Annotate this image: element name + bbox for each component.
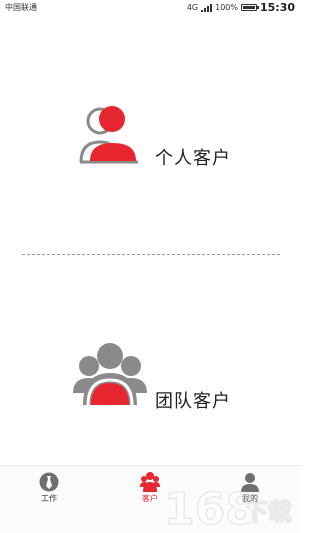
screen: 中国联通 4G 100% 15:30 个人客户 团队客户 工作 客户 我的 16… [0,0,300,533]
network-type: 4G [186,3,199,12]
battery-icon [240,4,259,11]
watermark-logo: 168 下载 [164,484,293,528]
tab-work[interactable]: 工作 [19,471,79,531]
clock: 15:30 [259,1,295,14]
battery-percent: 100% [215,3,238,12]
status-indicators: 4G 100% 15:30 [187,1,295,14]
team-icon [73,343,147,406]
signal-icon [201,3,213,12]
personal-customer-option[interactable]: 个人客户 [72,100,247,170]
customers-icon [140,472,160,492]
svg-text:168: 168 [164,484,256,528]
tab-work-label: 工作 [41,494,57,503]
person-icon [79,106,138,164]
svg-text:下载: 下载 [244,498,292,526]
team-customer-label: 团队客户 [155,391,231,412]
status-bar: 中国联通 4G 100% 15:30 [0,0,300,15]
team-customer-option[interactable]: 团队客户 [70,335,245,415]
carrier-name: 中国联通 [5,3,37,12]
personal-customer-label: 个人客户 [155,148,231,169]
tie-icon [39,472,59,492]
divider [22,254,280,255]
